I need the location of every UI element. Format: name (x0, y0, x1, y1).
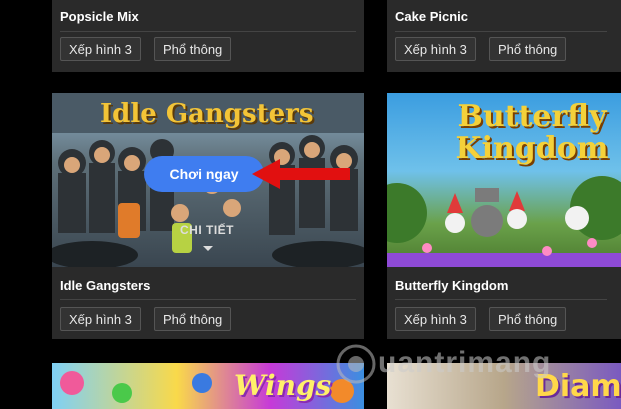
game-card-cake-picnic: Cake Picnic Xếp hình 3 Phổ thông (387, 0, 621, 72)
tag-genre[interactable]: Xếp hình 3 (395, 37, 476, 61)
game-thumbnail[interactable]: Butterfly Kingdom (387, 93, 621, 267)
tag-level[interactable]: Phổ thông (154, 307, 232, 331)
tag-level[interactable]: Phổ thông (489, 37, 567, 61)
tag-level[interactable]: Phổ thông (154, 37, 232, 61)
game-card-butterfly-kingdom: Butterfly Kingdom Butterfly Kingdom Xếp … (387, 93, 621, 339)
tag-genre[interactable]: Xếp hình 3 (60, 307, 141, 331)
game-thumbnail[interactable]: Idle Gangsters Chơi ngay CHI TIẾT (52, 93, 364, 267)
game-title[interactable]: Idle Gangsters (60, 278, 150, 293)
game-thumbnail-wings[interactable]: Wings (52, 363, 364, 409)
watermark-logo-icon (336, 344, 376, 384)
tag-genre[interactable]: Xếp hình 3 (395, 307, 476, 331)
divider (60, 31, 356, 32)
game-title[interactable]: Cake Picnic (395, 9, 468, 24)
game-title[interactable]: Popsicle Mix (60, 9, 139, 24)
game-title[interactable]: Butterfly Kingdom (395, 278, 508, 293)
game-logo: Butterfly Kingdom (455, 99, 609, 166)
tag-genre[interactable]: Xếp hình 3 (60, 37, 141, 61)
red-arrow-annotation (252, 159, 350, 189)
game-card-popsicle-mix: Popsicle Mix Xếp hình 3 Phổ thông (52, 0, 364, 72)
game-logo: Wings (234, 369, 332, 402)
chevron-down-icon[interactable] (203, 246, 213, 251)
divider (60, 299, 356, 300)
watermark: uantrimang (334, 340, 564, 390)
divider (395, 31, 607, 32)
watermark-text: uantrimang (378, 346, 552, 379)
details-link[interactable]: CHI TIẾT (180, 223, 234, 237)
game-card-idle-gangsters: Idle Gangsters Chơi ngay CHI TIẾT Idle G… (52, 93, 364, 339)
game-logo: Idle Gangsters (100, 99, 314, 129)
tag-level[interactable]: Phổ thông (489, 307, 567, 331)
divider (395, 299, 607, 300)
